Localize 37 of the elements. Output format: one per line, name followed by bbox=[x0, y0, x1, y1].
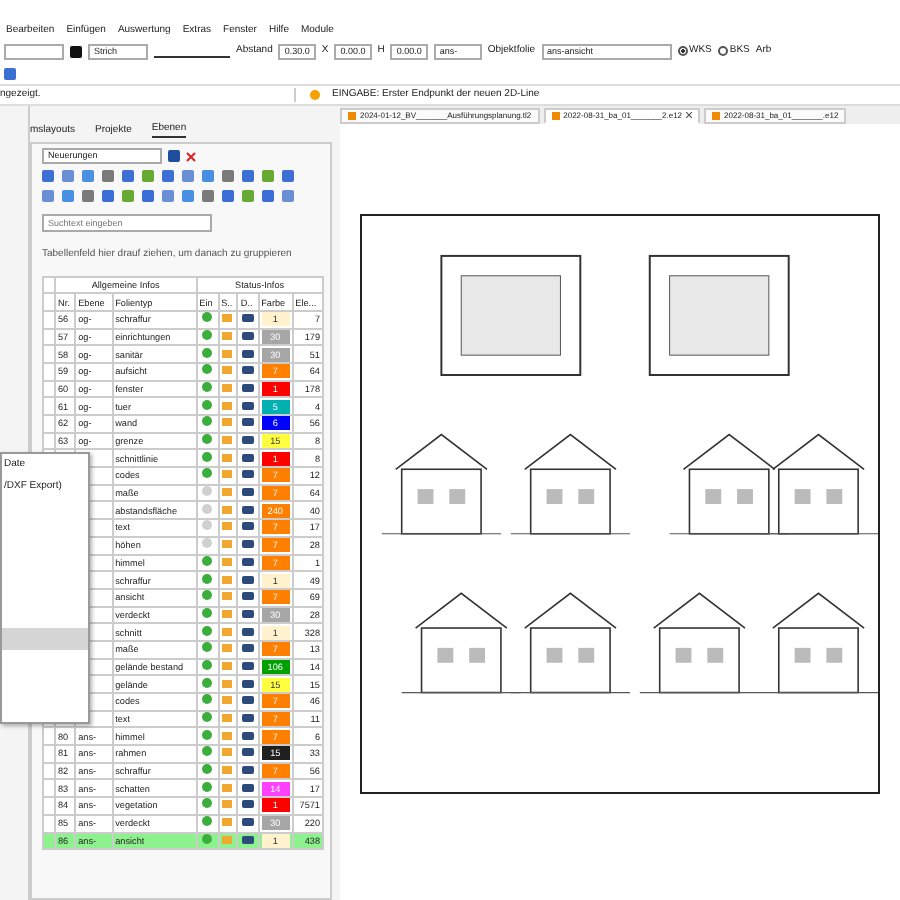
visible-on-icon[interactable] bbox=[202, 434, 213, 445]
visible-on-icon[interactable] bbox=[202, 607, 213, 618]
visible-on-icon[interactable] bbox=[202, 590, 213, 601]
visible-on-icon[interactable] bbox=[202, 694, 213, 705]
visible-on-icon[interactable] bbox=[202, 555, 213, 566]
color-swatch-icon[interactable] bbox=[70, 45, 82, 57]
warning-icon bbox=[310, 90, 320, 100]
visible-on-icon[interactable] bbox=[202, 659, 213, 670]
visible-on-icon[interactable] bbox=[202, 642, 213, 653]
toolbar-icon[interactable] bbox=[4, 67, 16, 79]
save-icon[interactable] bbox=[168, 150, 180, 162]
close-icon[interactable] bbox=[686, 112, 693, 118]
visible-on-icon[interactable] bbox=[202, 625, 213, 636]
visible-on-icon[interactable] bbox=[202, 677, 213, 688]
delete-icon[interactable] bbox=[186, 151, 196, 161]
visible-on-icon[interactable] bbox=[202, 712, 213, 723]
visible-on-icon[interactable] bbox=[202, 416, 213, 427]
visible-on-icon[interactable] bbox=[202, 816, 213, 827]
visible-on-icon[interactable] bbox=[202, 798, 213, 809]
visible-on-icon[interactable] bbox=[202, 347, 213, 358]
visible-on-icon[interactable] bbox=[202, 468, 213, 479]
visible-on-icon[interactable] bbox=[202, 329, 213, 340]
visible-off-icon[interactable] bbox=[202, 486, 213, 497]
visible-on-icon[interactable] bbox=[202, 764, 213, 775]
visible-on-icon[interactable] bbox=[202, 573, 213, 584]
visible-on-icon[interactable] bbox=[202, 729, 213, 740]
visible-off-icon[interactable] bbox=[202, 538, 213, 549]
visible-on-icon[interactable] bbox=[202, 781, 213, 792]
visible-on-icon[interactable] bbox=[202, 364, 213, 375]
visible-on-icon[interactable] bbox=[202, 312, 213, 323]
visible-on-icon[interactable] bbox=[202, 451, 213, 462]
visible-off-icon[interactable] bbox=[202, 520, 213, 531]
visible-on-icon[interactable] bbox=[202, 381, 213, 392]
visible-on-icon[interactable] bbox=[202, 746, 213, 757]
visible-off-icon[interactable] bbox=[202, 503, 213, 514]
visible-on-icon[interactable] bbox=[202, 399, 213, 410]
visible-on-icon[interactable] bbox=[202, 833, 213, 844]
